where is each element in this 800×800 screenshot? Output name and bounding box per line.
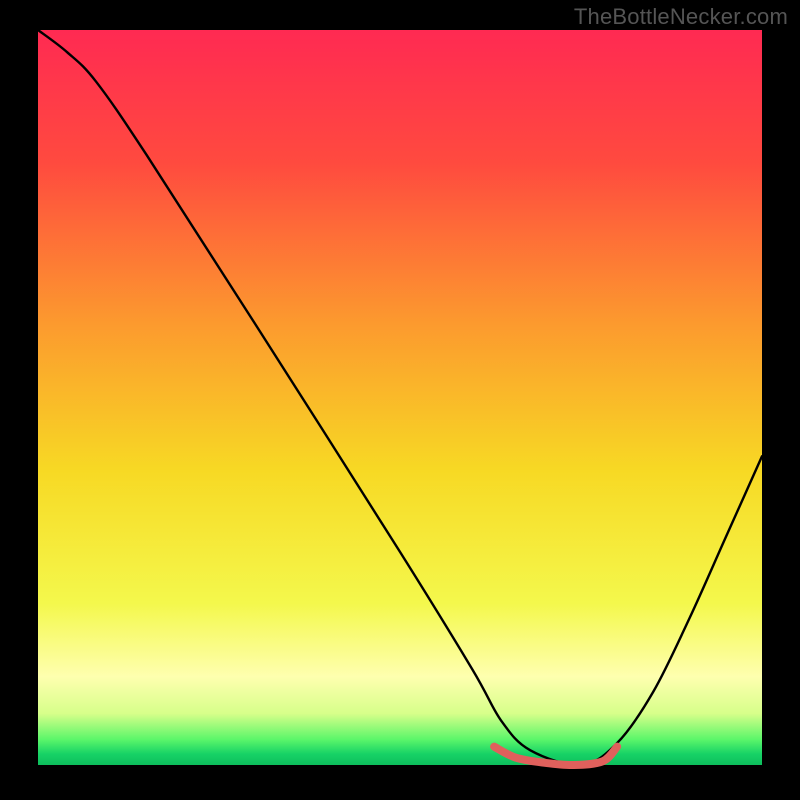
watermark-label: TheBottleNecker.com	[574, 4, 788, 30]
chart-canvas	[0, 0, 800, 800]
bottleneck-chart: TheBottleNecker.com	[0, 0, 800, 800]
plot-background	[38, 30, 762, 765]
